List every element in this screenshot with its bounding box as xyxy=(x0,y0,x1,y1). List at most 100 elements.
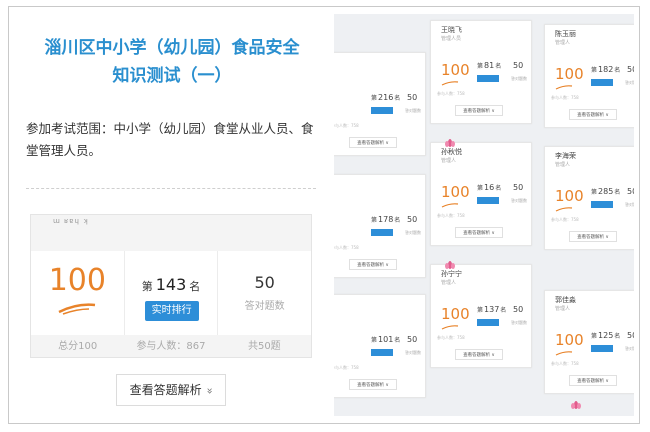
collage-shot: 王晓飞 管理人员 100 第81名 50 答对题数 参与人数：758 查看答题解析 ∨ xyxy=(430,20,532,124)
rank-text: 第 143 名 xyxy=(125,275,218,294)
collage-rank: 第216名 xyxy=(371,93,401,102)
collage-score: 100 xyxy=(441,305,470,323)
double-chevron-down-icon: » xyxy=(203,387,217,395)
collage-rank-button xyxy=(477,197,499,204)
divider xyxy=(26,188,316,189)
collage-footer: 参与人数：758 xyxy=(334,365,359,370)
score-underline-icon xyxy=(555,351,573,356)
correct-count: 50 xyxy=(254,273,275,292)
question-count-label: 共50题 xyxy=(247,341,281,352)
collage-rank: 第182名 xyxy=(591,65,621,74)
collage-score: 100 xyxy=(555,331,584,349)
collage-footer: 参与人数：758 xyxy=(437,213,465,218)
collage-name: 孙宁宁 xyxy=(441,270,462,278)
collage-footer: 参与人数：758 xyxy=(437,91,465,96)
collage-shot: 第101名 50 答对题数参与人数：758 查看答题解析 ∨ xyxy=(334,294,426,398)
view-answer-analysis-button[interactable]: 查看答题解析» xyxy=(116,374,226,406)
participant-name: ɯ ʁɐɥ ʞ xyxy=(53,217,89,225)
collage-correct: 50 xyxy=(513,61,524,70)
collage-footer: 参与人数：758 xyxy=(334,245,359,250)
collage-shot: 孙秋悦管理人 100 第16名 50 答对题数参与人数：758 查看答题解析 ∨ xyxy=(430,142,532,246)
collage-role: 管理人 xyxy=(441,158,457,164)
collage-review-button: 查看答题解析 ∨ xyxy=(455,105,503,116)
collage-rank: 第125名 xyxy=(591,331,621,340)
collage-role: 管理人 xyxy=(555,40,571,46)
result-card-main: 100 第 143 名 实时排行 50 答对题数 xyxy=(31,251,311,335)
collage-rank-button xyxy=(591,201,613,208)
score-cell: 100 xyxy=(31,251,125,335)
total-score-label: 总分100 xyxy=(58,341,98,352)
collage-correct-label: 答对题数 xyxy=(625,80,634,85)
live-ranking-button[interactable]: 实时排行 xyxy=(144,301,199,321)
score-underline-icon xyxy=(441,203,459,208)
result-card: ɯ ʁɐɥ ʞ 100 第 143 名 实时排行 50 答对题数 总分100 参与人… xyxy=(30,214,312,358)
collage-rank: 第101名 xyxy=(371,335,401,344)
collage-correct-label: 答对题数 xyxy=(625,346,634,351)
collage-score: 100 xyxy=(555,187,584,205)
collage-rank-button xyxy=(591,345,613,352)
collage-review-button: 查看答题解析 ∨ xyxy=(455,227,503,238)
quiz-title: 淄川区中小学（幼儿园）食品安全 知识测试（一） xyxy=(24,34,320,90)
score-underline-icon xyxy=(555,85,573,90)
collage-role: 管理人员 xyxy=(441,36,462,42)
collage-correct-label: 答对题数 xyxy=(511,320,527,325)
collage-rank-button xyxy=(371,349,393,356)
collage-rank-button xyxy=(371,229,393,236)
collage-score: 100 xyxy=(441,183,470,201)
collage-name: 李海荣 xyxy=(555,152,576,160)
review-button-label: 查看答题解析 xyxy=(129,383,202,397)
collage-review-button: 查看答题解析 ∨ xyxy=(455,349,503,360)
collage-correct: 50 xyxy=(407,215,418,224)
collage-correct: 50 xyxy=(627,65,634,74)
collage-review-button: 查看答题解析 ∨ xyxy=(569,375,617,386)
collage-role: 管理人 xyxy=(441,280,457,286)
collage-shot: 李海荣管理人 100 第285名 50 答对题数参与人数：758 查看答题解析 ∨ xyxy=(544,146,634,250)
score-underline-icon xyxy=(58,303,96,315)
collage-shot: 孙宁宁 管理人 100 第137名 50 答对题数 参与人数：758 查看答题解析 ∨ xyxy=(430,264,532,368)
collage-correct-label: 答对题数 xyxy=(405,350,421,355)
collage-footer: 参与人数：758 xyxy=(551,95,579,100)
collage-footer: 参与人数：758 xyxy=(437,335,465,340)
collage-rank-button xyxy=(477,319,499,326)
collage-review-button: 查看答题解析 ∨ xyxy=(349,137,397,148)
collage-shot: 第178名 50 答对题数参与人数：758 查看答题解析 ∨ xyxy=(334,174,426,278)
quiz-title-line1: 淄川区中小学（幼儿园）食品安全 xyxy=(44,38,300,58)
lotus-icon xyxy=(571,401,581,409)
collage-shot: 第216名 50 答对题数参与人数：758 查看答题解析 ∨ xyxy=(334,52,426,156)
score-underline-icon xyxy=(441,81,459,86)
rank-cell: 第 143 名 实时排行 xyxy=(125,251,219,335)
correct-label: 答对题数 xyxy=(244,301,285,312)
collage-review-button: 查看答题解析 ∨ xyxy=(349,379,397,390)
collage-correct: 50 xyxy=(627,187,634,196)
lotus-icon xyxy=(445,139,455,147)
collage-correct-label: 答对题数 xyxy=(405,108,421,113)
collage-correct: 50 xyxy=(513,183,524,192)
collage-review-button: 查看答题解析 ∨ xyxy=(569,231,617,242)
collage-correct: 50 xyxy=(407,93,418,102)
collage-correct: 50 xyxy=(407,335,418,344)
collage-rank: 第16名 xyxy=(477,183,502,192)
collage-footer: 参与人数：758 xyxy=(334,123,359,128)
collage-shot: 郭佳淼管理人 100 第125名 50 答对题数参与人数：758 查看答题解析 ∨ xyxy=(544,290,634,394)
collage-correct-label: 答对题数 xyxy=(511,76,527,81)
collage-correct-label: 答对题数 xyxy=(405,230,421,235)
collage-score: 100 xyxy=(441,61,470,79)
score-underline-icon xyxy=(555,207,573,212)
collage-rank: 第178名 xyxy=(371,215,401,224)
result-card-footer: 总分100 参与人数：867 共50题 xyxy=(31,337,311,357)
collage-shot: 陈玉丽管理人 100 第182名 50 答对题数参与人数：758 查看答题解析 ∨ xyxy=(544,24,634,128)
collage-name: 孙秋悦 xyxy=(441,148,462,156)
collage-rank: 第81名 xyxy=(477,61,502,70)
collage-rank-button xyxy=(591,79,613,86)
rank-prefix: 第 xyxy=(141,280,153,293)
collage-name: 陈玉丽 xyxy=(555,30,576,38)
collage-rank: 第285名 xyxy=(591,187,621,196)
collage-footer: 参与人数：758 xyxy=(551,217,579,222)
correct-cell: 50 答对题数 xyxy=(218,251,311,335)
collage-role: 管理人 xyxy=(555,306,571,312)
collage-rank: 第137名 xyxy=(477,305,507,314)
collage-correct-label: 答对题数 xyxy=(511,198,527,203)
lotus-icon xyxy=(445,261,455,269)
collage-review-button: 查看答题解析 ∨ xyxy=(569,109,617,120)
score-underline-icon xyxy=(441,325,459,330)
